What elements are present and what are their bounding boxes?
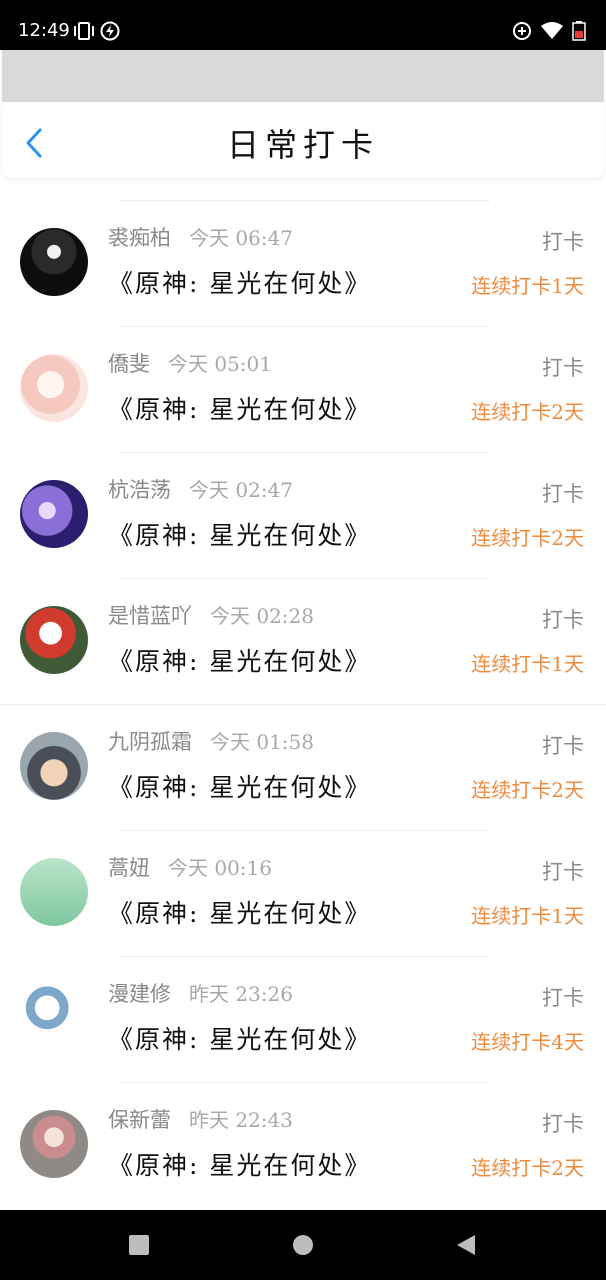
wifi-icon [540, 21, 564, 45]
page-title: 日常打卡 [226, 126, 379, 164]
streak-label: 连续打卡1天 [471, 274, 584, 298]
streak-label: 连续打卡2天 [471, 778, 584, 802]
checkin-button[interactable]: 打卡 [542, 226, 584, 256]
checkin-time: 今天 06:47 [189, 226, 293, 250]
recents-button[interactable] [128, 1234, 150, 1260]
avatar[interactable] [20, 606, 88, 674]
avatar[interactable] [20, 480, 88, 548]
checkin-time: 今天 05:01 [168, 352, 272, 376]
book-title: 《原神: 星光在何处》 [108, 1151, 372, 1180]
user-name: 保新蕾 昨天 22:43 [108, 1108, 293, 1132]
book-title: 《原神: 星光在何处》 [108, 269, 372, 298]
streak-label: 连续打卡2天 [471, 400, 584, 424]
list-item[interactable]: 是惜蓝吖 今天 02:28 《原神: 星光在何处》 打卡 连续打卡1天 [0, 578, 606, 704]
list-item[interactable]: 保新蕾 昨天 22:43 《原神: 星光在何处》 打卡 连续打卡2天 [0, 1082, 606, 1208]
status-bar: 12:49 [0, 0, 606, 50]
checkin-time: 今天 00:16 [168, 856, 272, 880]
checkin-button[interactable]: 打卡 [542, 604, 584, 634]
circle-icon [293, 1235, 313, 1255]
list-item[interactable]: 僑斐 今天 05:01 《原神: 星光在何处》 打卡 连续打卡2天 [0, 326, 606, 452]
book-title: 《原神: 星光在何处》 [108, 521, 372, 550]
list-item[interactable]: 裘痴柏 今天 06:47 《原神: 星光在何处》 打卡 连续打卡1天 [0, 200, 606, 326]
checkin-time: 今天 02:28 [210, 604, 314, 628]
checkin-button[interactable]: 打卡 [542, 982, 584, 1012]
list-item[interactable]: 九阴孤霜 今天 01:58 《原神: 星光在何处》 打卡 连续打卡2天 [0, 704, 606, 830]
avatar[interactable] [20, 858, 88, 926]
user-name: 蒿妞 今天 00:16 [108, 856, 272, 880]
data-saver-icon [512, 21, 532, 45]
back-nav-button[interactable] [455, 1234, 477, 1260]
streak-label: 连续打卡1天 [471, 904, 584, 928]
book-title: 《原神: 星光在何处》 [108, 773, 372, 802]
streak-label: 连续打卡2天 [471, 1156, 584, 1180]
checkin-button[interactable]: 打卡 [542, 478, 584, 508]
gray-banner [2, 50, 604, 102]
checkin-button[interactable]: 打卡 [542, 730, 584, 760]
user-name: 漫建修 昨天 23:26 [108, 982, 293, 1006]
list-item[interactable]: 漫建修 昨天 23:26 《原神: 星光在何处》 打卡 连续打卡4天 [0, 956, 606, 1082]
avatar[interactable] [20, 1110, 88, 1178]
status-time: 12:49 [18, 20, 70, 41]
list-item[interactable]: 蒿妞 今天 00:16 《原神: 星光在何处》 打卡 连续打卡1天 [0, 830, 606, 956]
avatar[interactable] [20, 732, 88, 800]
battery-icon [572, 21, 586, 45]
checkin-button[interactable]: 打卡 [542, 856, 584, 886]
book-title: 《原神: 星光在何处》 [108, 647, 372, 676]
streak-label: 连续打卡4天 [471, 1030, 584, 1054]
square-icon [129, 1235, 149, 1255]
checkin-button[interactable]: 打卡 [542, 1108, 584, 1138]
list-item[interactable]: 杭浩荡 今天 02:47 《原神: 星光在何处》 打卡 连续打卡2天 [0, 452, 606, 578]
vibrate-icon [72, 21, 96, 45]
user-name: 僑斐 今天 05:01 [108, 352, 272, 376]
user-name: 裘痴柏 今天 06:47 [108, 226, 293, 250]
checkin-time: 昨天 22:43 [189, 1108, 293, 1132]
checkin-time: 今天 01:58 [210, 730, 314, 754]
checkin-button[interactable]: 打卡 [542, 352, 584, 382]
system-nav-bar [0, 1210, 606, 1280]
avatar[interactable] [20, 228, 88, 296]
user-name: 九阴孤霜 今天 01:58 [108, 730, 314, 754]
home-button[interactable] [292, 1234, 314, 1260]
checkin-time: 昨天 23:26 [189, 982, 293, 1006]
book-title: 《原神: 星光在何处》 [108, 395, 372, 424]
flash-icon [100, 21, 120, 45]
header-bar: 日常打卡 [2, 102, 604, 178]
triangle-back-icon [457, 1235, 475, 1255]
streak-label: 连续打卡2天 [471, 526, 584, 550]
checkin-time: 今天 02:47 [189, 478, 293, 502]
book-title: 《原神: 星光在何处》 [108, 899, 372, 928]
user-name: 杭浩荡 今天 02:47 [108, 478, 293, 502]
streak-label: 连续打卡1天 [471, 652, 584, 676]
book-title: 《原神: 星光在何处》 [108, 1025, 372, 1054]
avatar[interactable] [20, 354, 88, 422]
user-name: 是惜蓝吖 今天 02:28 [108, 604, 314, 628]
avatar[interactable] [20, 984, 88, 1052]
